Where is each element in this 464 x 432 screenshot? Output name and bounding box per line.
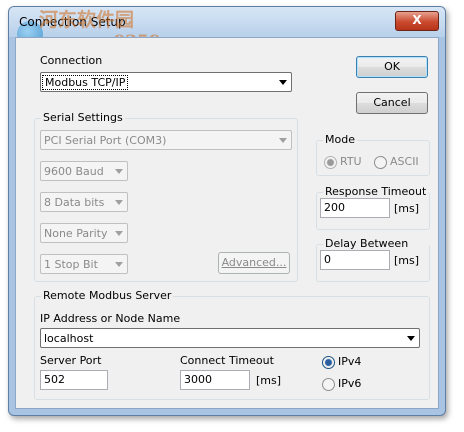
stop-bits-value: 1 Stop Bit [44, 258, 98, 271]
delay-between-polls-unit: [ms] [394, 254, 420, 267]
dialog-body: Connection Modbus TCP/IP OK Cancel Seria… [15, 37, 439, 409]
ip-address-label: IP Address or Node Name [40, 312, 181, 325]
ipv4-label: IPv4 [338, 355, 362, 368]
ok-button[interactable]: OK [356, 56, 428, 78]
delay-between-polls-input[interactable]: 0 [320, 250, 390, 270]
title-bar[interactable]: Connection Setup 河东软件园 www.pc0359.cn X [9, 7, 445, 52]
cancel-button[interactable]: Cancel [356, 92, 428, 114]
mode-ascii-label: ASCII [390, 155, 419, 168]
chevron-down-icon [115, 200, 123, 205]
chevron-down-icon [115, 169, 123, 174]
baud-rate-value: 9600 Baud [44, 165, 104, 178]
ip-address-select[interactable]: localhost [40, 328, 420, 348]
response-timeout-unit: [ms] [394, 202, 420, 215]
ipv4-radio[interactable] [322, 356, 335, 369]
connection-setup-dialog: Connection Setup 河东软件园 www.pc0359.cn X C… [8, 6, 446, 416]
chevron-down-icon [279, 138, 287, 143]
advanced-button[interactable]: Advanced... [218, 252, 290, 274]
parity-select[interactable]: None Parity [40, 223, 128, 243]
response-timeout-input[interactable]: 200 [320, 198, 390, 218]
serial-port-value: PCI Serial Port (COM3) [44, 134, 167, 147]
chevron-down-icon [279, 80, 287, 85]
advanced-button-label: Advanced... [221, 256, 287, 269]
remote-modbus-server-label: Remote Modbus Server [41, 289, 174, 302]
cancel-button-label: Cancel [373, 96, 411, 109]
connection-select[interactable]: Modbus TCP/IP [40, 72, 292, 92]
parity-value: None Parity [44, 227, 108, 240]
connection-select-value: Modbus TCP/IP [41, 75, 129, 90]
serial-settings-label: Serial Settings [41, 111, 125, 124]
watermark-site-name: 河东软件园 [39, 9, 135, 31]
stop-bits-select[interactable]: 1 Stop Bit [40, 254, 128, 274]
data-bits-value: 8 Data bits [44, 196, 105, 209]
close-icon: X [412, 13, 422, 27]
ip-address-value: localhost [44, 332, 94, 345]
connect-timeout-input[interactable]: 3000 [180, 370, 250, 390]
chevron-down-icon [407, 336, 415, 341]
mode-rtu-radio[interactable] [324, 156, 337, 169]
ipv6-radio[interactable] [322, 378, 335, 391]
serial-port-select[interactable]: PCI Serial Port (COM3) [40, 130, 292, 150]
ipv6-label: IPv6 [338, 377, 362, 390]
data-bits-select[interactable]: 8 Data bits [40, 192, 128, 212]
mode-ascii-radio[interactable] [374, 156, 387, 169]
ok-button-label: OK [384, 60, 400, 73]
mode-label: Mode [323, 133, 357, 146]
connection-label: Connection [40, 54, 103, 67]
response-timeout-label: Response Timeout [323, 185, 429, 198]
chevron-down-icon [115, 262, 123, 267]
connect-timeout-unit: [ms] [256, 374, 282, 387]
server-port-label: Server Port [40, 354, 102, 367]
chevron-down-icon [115, 231, 123, 236]
baud-rate-select[interactable]: 9600 Baud [40, 161, 128, 181]
connect-timeout-label: Connect Timeout [180, 354, 274, 367]
close-button[interactable]: X [395, 11, 439, 31]
mode-rtu-label: RTU [340, 155, 362, 168]
server-port-input[interactable]: 502 [40, 370, 108, 390]
